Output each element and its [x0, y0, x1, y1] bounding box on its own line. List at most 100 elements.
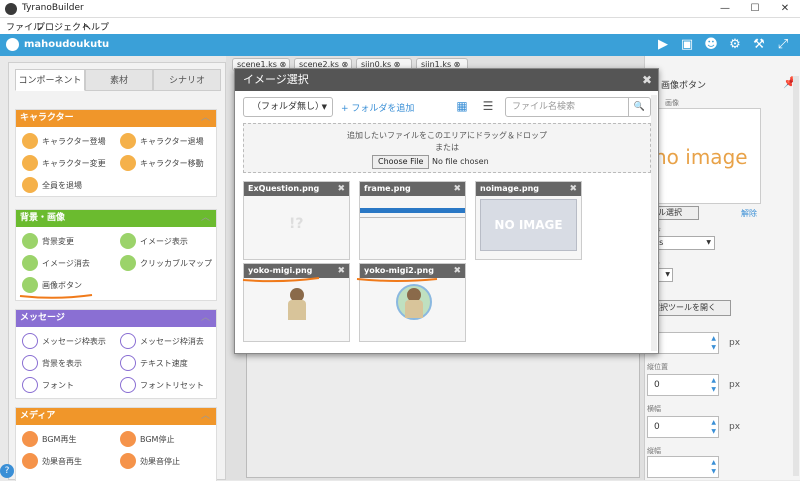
dialog-title: イメージ選択 — [235, 69, 658, 91]
image-select-dialog: イメージ選択 ✖ （フォルダ無し） ▼ + フォルダを追加 ▦ ☰ ファイル名検索… — [234, 68, 659, 354]
file-drop-zone[interactable]: 追加したいファイルをこのエリアにドラッグ＆ドロップ または Choose Fil… — [243, 123, 651, 173]
properties-scrollbar[interactable] — [793, 76, 799, 476]
thumbnail-filename: ExQuestion.png — [244, 182, 349, 196]
character-icon — [22, 177, 38, 193]
project-icon — [6, 38, 19, 51]
orange-underline-annotation — [356, 278, 438, 282]
position-y-field[interactable]: 0 ▲ ▼ — [647, 374, 719, 396]
image-icon — [120, 255, 136, 271]
hammer-icon[interactable]: ⚒ — [750, 36, 768, 54]
delete-icon[interactable]: ✖ — [569, 182, 577, 196]
thumbnail-filename: frame.png — [360, 182, 465, 196]
component-list: キャラクター ︿ キャラクター登場 キャラクター退場 キャラクター変更 キャラクタ… — [15, 95, 219, 481]
music-icon — [120, 431, 136, 447]
image-label: 画像 — [665, 99, 679, 107]
or-text: または — [435, 143, 459, 152]
component-panel: コンポーネント 素材 シナリオ キャラクター ︿ キャラクター登場 キャラクター退… — [8, 62, 226, 481]
play-icon[interactable]: ▶ — [654, 36, 672, 54]
no-image-preview: NO IMAGE — [480, 199, 577, 251]
spinner-icon[interactable]: ▲ ▼ — [711, 334, 716, 352]
close-dialog-icon[interactable]: ✖ — [642, 69, 652, 91]
minimize-button[interactable]: — — [710, 0, 740, 18]
properties-panel: 画像ボタン 📌 画像 no image イル選択 解除 ージ .ks▼ ット ▼… — [644, 56, 800, 480]
search-icon[interactable]: 🔍 — [628, 98, 650, 116]
sound-icon — [120, 453, 136, 469]
menu-bar: ファイル プロジェクト ヘルプ — [0, 18, 800, 34]
section-header[interactable]: メッセージ ︿ — [16, 310, 216, 327]
character-sprite-body — [405, 300, 423, 318]
delete-icon[interactable]: ✖ — [337, 264, 345, 278]
image-icon — [22, 233, 38, 249]
app-icon — [5, 3, 17, 15]
image-button-icon — [22, 277, 38, 293]
delete-icon[interactable]: ✖ — [337, 182, 345, 196]
image-preview: no image — [647, 108, 761, 204]
text-icon — [22, 377, 38, 393]
fullscreen-icon[interactable]: ⤢ — [774, 36, 792, 54]
project-toolbar: mahoudoukutu ▶ ▣ ☻ ⚙ ⚒ ⤢ — [0, 34, 800, 56]
tab-materials[interactable]: 素材 — [85, 69, 153, 91]
section-message: メッセージ ︿ メッセージ枠表示 メッセージ枠消去 背景を表示 テキスト速度 フォ… — [15, 309, 217, 399]
dialog-scrollbar[interactable] — [651, 95, 657, 351]
menu-help[interactable]: ヘルプ — [82, 20, 109, 33]
frame-image — [360, 208, 465, 213]
text-icon — [22, 333, 38, 349]
character-icon — [120, 133, 136, 149]
px-unit: px — [729, 422, 741, 432]
frame-image-line — [360, 217, 465, 218]
maximize-button[interactable]: ☐ — [740, 0, 770, 18]
section-character: キャラクター ︿ キャラクター登場 キャラクター退場 キャラクター変更 キャラクタ… — [15, 109, 217, 197]
text-icon — [120, 333, 136, 349]
project-name: mahoudoukutu — [24, 39, 110, 50]
px-unit: px — [729, 380, 741, 390]
folder-select[interactable]: （フォルダ無し） ▼ — [243, 97, 333, 117]
width-field[interactable]: 0 ▲ ▼ — [647, 416, 719, 438]
y-position-label: 縦位置 — [647, 363, 668, 371]
section-header[interactable]: メディア ︿ — [16, 408, 216, 425]
drop-instructions: 追加したいファイルをこのエリアにドラッグ＆ドロップ — [347, 131, 547, 140]
open-select-tool-button[interactable]: 選択ツールを開く — [647, 300, 731, 316]
character-sprite-body — [288, 300, 306, 320]
orange-underline-annotation — [242, 277, 320, 283]
spinner-icon[interactable]: ▲ ▼ — [711, 418, 716, 436]
delete-icon[interactable]: ✖ — [453, 264, 461, 278]
height-label: 縦幅 — [647, 447, 661, 455]
thumbnail-filename: noimage.png — [476, 182, 581, 196]
text-icon — [120, 355, 136, 371]
section-background-image: 背景・画像 ︿ 背景変更 イメージ表示 イメージ消去 クリッカブルマップ 画像ボタ… — [15, 209, 217, 301]
height-field[interactable]: ▲ ▼ — [647, 456, 719, 478]
image-icon — [22, 255, 38, 271]
tab-scenario[interactable]: シナリオ — [153, 69, 221, 91]
list-view-icon[interactable]: ☰ — [481, 99, 495, 113]
close-window-button[interactable]: ✕ — [770, 0, 800, 18]
window-title-bar: TyranoBuilder — ☐ ✕ — [0, 0, 800, 18]
gear-icon[interactable]: ⚙ — [726, 36, 744, 54]
character-icon — [22, 133, 38, 149]
spinner-icon[interactable]: ▲ ▼ — [711, 458, 716, 476]
width-label: 横幅 — [647, 405, 661, 413]
save-icon[interactable]: ▣ — [678, 36, 696, 54]
filename-search-input[interactable]: ファイル名検索 🔍 — [505, 97, 651, 117]
sound-icon — [22, 453, 38, 469]
grid-view-icon[interactable]: ▦ — [455, 99, 469, 113]
image-thumbnail[interactable]: frame.png ✖ — [359, 181, 466, 260]
spinner-icon[interactable]: ▲ ▼ — [711, 376, 716, 394]
users-icon[interactable]: ☻ — [702, 36, 720, 54]
question-image: !? — [289, 216, 304, 232]
image-thumbnail[interactable]: noimage.png ✖ NO IMAGE — [475, 181, 582, 260]
window-title: TyranoBuilder — [22, 3, 84, 13]
text-icon — [22, 355, 38, 371]
remove-image-link[interactable]: 解除 — [741, 208, 757, 219]
tab-components[interactable]: コンポーネント — [15, 69, 85, 91]
delete-icon[interactable]: ✖ — [453, 182, 461, 196]
image-icon — [120, 233, 136, 249]
text-icon — [120, 377, 136, 393]
properties-title: 画像ボタン — [661, 81, 707, 91]
help-icon[interactable]: ? — [0, 464, 14, 478]
image-thumbnail[interactable]: ExQuestion.png ✖ !? — [243, 181, 350, 260]
section-header[interactable]: 背景・画像 ︿ — [16, 210, 216, 227]
choose-file-button[interactable]: Choose File — [372, 155, 430, 169]
section-header[interactable]: キャラクター ︿ — [16, 110, 216, 127]
character-icon — [22, 155, 38, 171]
add-folder-link[interactable]: + フォルダを追加 — [341, 101, 414, 114]
